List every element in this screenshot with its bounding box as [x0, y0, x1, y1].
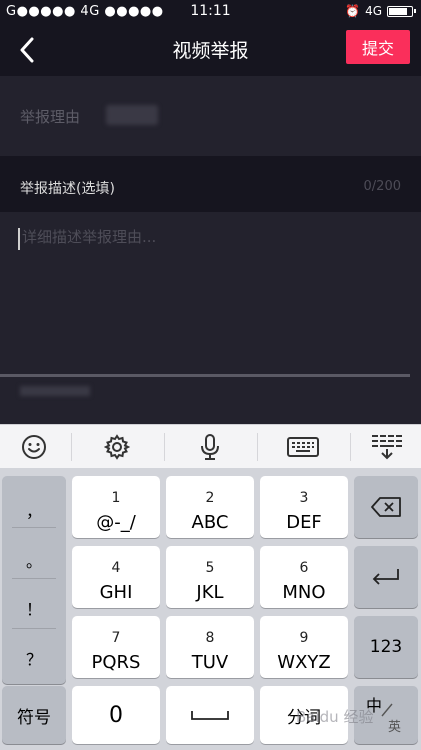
collapse-keyboard-icon: [371, 435, 402, 460]
key-number: 3: [299, 490, 309, 506]
key-number: 5: [205, 560, 215, 576]
key-3[interactable]: 3 DEF: [260, 476, 348, 538]
backspace-icon: [371, 497, 401, 517]
smiley-icon: [22, 435, 46, 459]
key-8[interactable]: 8 TUV: [166, 616, 254, 678]
status-bar: G●●●●● 4G ●●●●● 11:11 ⏰ 4G: [0, 0, 421, 24]
watermark: Baidu 经验: [296, 708, 374, 726]
status-right: ⏰ 4G: [345, 4, 416, 18]
punctuation-column: ， 。 ！ ？: [2, 476, 66, 684]
symbols-button[interactable]: 符号: [2, 686, 66, 744]
blurred-content: [20, 386, 90, 396]
network-type: 4G: [365, 4, 382, 18]
key-7[interactable]: 7 PQRS: [72, 616, 160, 678]
punctuation-key-period[interactable]: 。: [2, 548, 66, 572]
key-6[interactable]: 6 MNO: [260, 546, 348, 608]
divider: [12, 628, 56, 629]
key-letters: ABC: [191, 512, 229, 533]
description-header: 举报描述(选填) 0/200: [0, 156, 421, 212]
alarm-icon: ⏰: [345, 4, 361, 18]
blurred-row: [0, 378, 421, 424]
number-mode-button[interactable]: 123: [354, 616, 418, 678]
description-area: [0, 212, 421, 378]
key-number: 8: [205, 630, 215, 646]
emoji-button[interactable]: [0, 425, 68, 469]
return-button[interactable]: [354, 546, 418, 608]
gear-icon: [104, 434, 130, 460]
key-letters: JKL: [196, 582, 224, 603]
divider: [12, 578, 56, 579]
divider: [12, 527, 56, 528]
key-number: 6: [299, 560, 309, 576]
key-1[interactable]: 1 @-_/: [72, 476, 160, 538]
delete-button[interactable]: [354, 476, 418, 538]
return-icon: [372, 569, 399, 585]
key-number: 9: [299, 630, 309, 646]
key-4[interactable]: 4 GHI: [72, 546, 160, 608]
key-letters: WXYZ: [277, 652, 331, 673]
key-letters: PQRS: [91, 652, 141, 673]
toolbar-divider: [71, 433, 72, 461]
slash-icon: [381, 703, 393, 717]
key-letters: GHI: [99, 582, 133, 603]
key-number: 4: [111, 560, 121, 576]
space-button[interactable]: [166, 686, 254, 744]
report-reason-row[interactable]: 举报理由: [0, 76, 421, 156]
microphone-icon: [201, 434, 219, 460]
nav-header: 视频举报 提交: [0, 24, 421, 76]
hide-keyboard-button[interactable]: [352, 425, 421, 469]
toolbar-divider: [257, 433, 258, 461]
key-number: 2: [205, 490, 215, 506]
key-2[interactable]: 2 ABC: [166, 476, 254, 538]
description-label: 举报描述(选填): [20, 181, 115, 197]
keyboard-toolbar: [0, 424, 421, 468]
key-0[interactable]: 0: [72, 686, 160, 744]
space-bar-icon: [191, 711, 229, 720]
punctuation-key-comma[interactable]: ，: [2, 498, 66, 522]
key-letters: TUV: [191, 652, 229, 673]
key-number: 1: [111, 490, 121, 506]
toolbar-divider: [164, 433, 165, 461]
key-letters: DEF: [286, 512, 322, 533]
key-letters: MNO: [282, 582, 326, 603]
key-number: 7: [111, 630, 121, 646]
reason-value-blurred: [106, 105, 158, 125]
battery-fill: [389, 7, 407, 15]
battery-icon: [387, 5, 416, 17]
divider: [0, 374, 410, 377]
toolbar-divider: [350, 433, 351, 461]
language-secondary: 英: [388, 720, 402, 735]
voice-input-button[interactable]: [166, 425, 254, 469]
submit-button[interactable]: 提交: [346, 30, 410, 64]
keyboard-switch-button[interactable]: [259, 425, 347, 469]
punctuation-key-question[interactable]: ？: [2, 646, 66, 670]
settings-button[interactable]: [73, 425, 161, 469]
keyboard-icon: [287, 437, 319, 457]
reason-label: 举报理由: [20, 108, 81, 126]
key-letters: @-_/: [96, 512, 136, 533]
character-count: 0/200: [363, 179, 401, 194]
description-input[interactable]: [18, 226, 407, 366]
punctuation-key-exclamation[interactable]: ！: [2, 596, 66, 620]
key-5[interactable]: 5 JKL: [166, 546, 254, 608]
key-9[interactable]: 9 WXYZ: [260, 616, 348, 678]
